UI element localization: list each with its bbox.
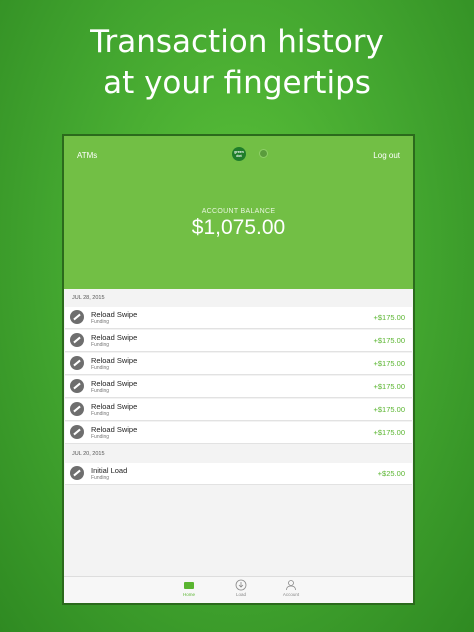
transaction-row[interactable]: Reload Swipe Funding +$175.00	[65, 399, 412, 421]
balance-header: ATMs green dot Log out ACCOUNT BALANCE $…	[64, 136, 413, 289]
transaction-amount: +$175.00	[373, 313, 406, 322]
transaction-row[interactable]: Reload Swipe Funding +$175.00	[65, 376, 412, 398]
account-balance-amount: $1,075.00	[191, 216, 286, 239]
pencil-icon	[70, 333, 84, 347]
tab-home-label: Home	[182, 592, 195, 597]
log-out-link[interactable]: Log out	[373, 151, 400, 160]
transaction-list[interactable]: JUL 28, 2015 Reload Swipe Funding +$175.00…	[64, 289, 413, 577]
green-dot-logo: green dot	[232, 147, 246, 161]
transaction-subtitle: Funding	[91, 388, 110, 394]
transaction-title: Reload Swipe	[91, 333, 138, 342]
transaction-row[interactable]: Reload Swipe Funding +$175.00	[65, 422, 412, 444]
pencil-icon	[70, 356, 84, 370]
transaction-amount: +$175.00	[373, 359, 406, 368]
transaction-subtitle: Funding	[91, 365, 110, 371]
pencil-icon	[70, 402, 84, 416]
headline-line-2: at your fingertips	[103, 65, 371, 101]
transaction-subtitle: Funding	[91, 475, 110, 481]
pencil-icon	[70, 310, 84, 324]
tab-account-label: Account	[282, 592, 300, 597]
transaction-title: Reload Swipe	[91, 356, 138, 365]
transaction-title: Initial Load	[91, 466, 128, 475]
logo-text: green dot	[234, 150, 244, 158]
transaction-row[interactable]: Reload Swipe Funding +$175.00	[65, 330, 412, 352]
wallet-icon	[184, 582, 194, 589]
marketing-headline: Transaction history at your fingertips	[0, 22, 474, 104]
transaction-row[interactable]: Initial Load Funding +$25.00	[65, 463, 412, 485]
transaction-title: Reload Swipe	[91, 425, 138, 434]
date-header: JUL 28, 2015	[64, 289, 413, 307]
pencil-icon	[70, 466, 84, 480]
app-screen: ATMs green dot Log out ACCOUNT BALANCE $…	[62, 134, 415, 605]
tab-load[interactable]: Load	[226, 579, 256, 597]
headline-line-1: Transaction history	[90, 24, 384, 60]
transaction-subtitle: Funding	[91, 319, 110, 325]
transaction-row[interactable]: Reload Swipe Funding +$175.00	[65, 307, 412, 329]
atms-link[interactable]: ATMs	[77, 151, 97, 160]
transaction-subtitle: Funding	[91, 434, 110, 440]
tab-home[interactable]: Home	[174, 579, 204, 597]
person-icon	[286, 580, 296, 591]
bottom-tab-bar: Home Load Account	[64, 576, 413, 603]
transaction-title: Reload Swipe	[91, 402, 138, 411]
download-icon	[235, 579, 247, 591]
date-header: JUL 20, 2015	[64, 445, 413, 463]
transaction-amount: +$175.00	[373, 336, 406, 345]
top-bar: ATMs green dot Log out	[64, 146, 413, 166]
transaction-amount: +$175.00	[373, 382, 406, 391]
transaction-subtitle: Funding	[91, 342, 110, 348]
pencil-icon	[70, 425, 84, 439]
account-balance-label: ACCOUNT BALANCE	[201, 208, 276, 215]
transaction-amount: +$175.00	[373, 405, 406, 414]
settings-icon[interactable]	[259, 149, 268, 158]
pencil-icon	[70, 379, 84, 393]
transaction-subtitle: Funding	[91, 411, 110, 417]
transaction-amount: +$25.00	[377, 469, 405, 478]
transaction-title: Reload Swipe	[91, 310, 138, 319]
transaction-amount: +$175.00	[373, 428, 406, 437]
transaction-title: Reload Swipe	[91, 379, 138, 388]
transaction-row[interactable]: Reload Swipe Funding +$175.00	[65, 353, 412, 375]
tab-account[interactable]: Account	[276, 579, 306, 597]
tab-load-label: Load	[235, 592, 246, 597]
